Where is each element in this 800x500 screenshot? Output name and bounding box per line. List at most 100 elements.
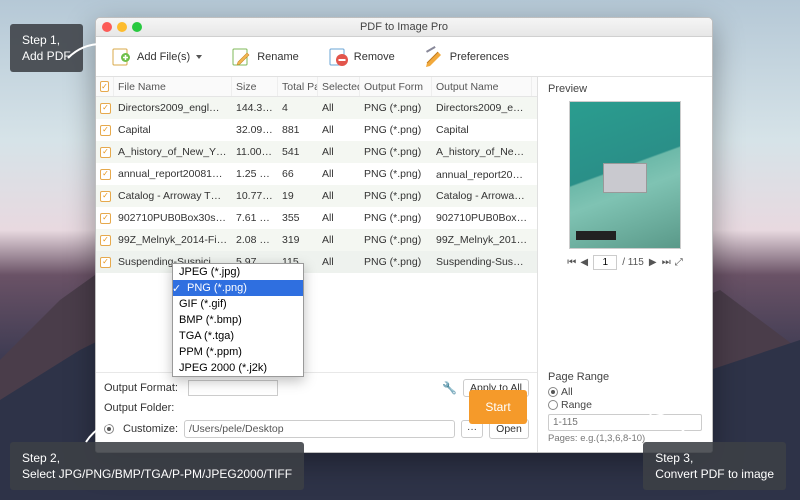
output-format-dropdown[interactable]: JPEG (*.jpg)PNG (*.png)GIF (*.gif)BMP (*… xyxy=(172,263,304,377)
cell-total: 881 xyxy=(278,124,318,136)
close-icon[interactable] xyxy=(102,22,112,32)
table-row[interactable]: 902710PUB0Box30s…7.61 …355AllPNG (*.png)… xyxy=(96,207,537,229)
col-output[interactable]: Output Name xyxy=(432,77,532,96)
col-filename[interactable]: File Name xyxy=(114,77,232,96)
start-button[interactable]: Start xyxy=(469,390,527,424)
cell-format: PNG (*.png) xyxy=(360,190,432,202)
fit-button[interactable]: ⤢ xyxy=(675,257,683,268)
preferences-button[interactable]: Preferences xyxy=(423,46,509,68)
cell-selected: All xyxy=(318,256,360,268)
output-format-select[interactable] xyxy=(188,380,278,396)
next-page-button[interactable]: ▶ xyxy=(649,257,657,268)
cell-format: PNG (*.png) xyxy=(360,124,432,136)
col-total[interactable]: Total Pa xyxy=(278,77,318,96)
cell-format: PNG (*.png) xyxy=(360,256,432,268)
callout-step-3: Step 3,Convert PDF to image xyxy=(643,442,786,490)
cell-format: PNG (*.png) xyxy=(360,102,432,114)
format-option[interactable]: TGA (*.tga) xyxy=(173,328,303,344)
right-pane: Preview ⏮ ◀ / 115 ▶ ⏭ ⤢ Page Range All R… xyxy=(538,77,712,452)
cell-size: 2.08 … xyxy=(232,234,278,246)
prev-page-button[interactable]: ◀ xyxy=(580,257,588,268)
row-checkbox[interactable] xyxy=(100,103,111,114)
settings-icon[interactable]: 🔧 xyxy=(442,381,457,395)
cell-selected: All xyxy=(318,168,360,180)
preview-thumbnail xyxy=(569,101,681,249)
cell-selected: All xyxy=(318,212,360,224)
minimize-icon[interactable] xyxy=(117,22,127,32)
table-header: File Name Size Total Pa Selected Output … xyxy=(96,77,537,97)
toolbar: Add File(s) Rename Remove Preferences xyxy=(96,37,712,77)
arrow-icon xyxy=(66,36,126,66)
last-page-button[interactable]: ⏭ xyxy=(662,257,670,268)
left-pane: File Name Size Total Pa Selected Output … xyxy=(96,77,538,452)
col-selected[interactable]: Selected xyxy=(318,77,360,96)
preferences-icon xyxy=(423,46,445,68)
range-all-radio[interactable] xyxy=(548,387,558,397)
format-option[interactable]: JPEG (*.jpg) xyxy=(173,264,303,280)
row-checkbox[interactable] xyxy=(100,235,111,246)
cell-output: Catalog - Arroway Textur… xyxy=(432,190,532,202)
app-window: PDF to Image Pro Add File(s) Rename Remo… xyxy=(95,17,713,453)
output-path-field[interactable]: /Users/pele/Desktop xyxy=(184,420,455,438)
remove-button[interactable]: Remove xyxy=(327,46,395,68)
table-row[interactable]: Capital32.09…881AllPNG (*.png)Capital xyxy=(96,119,537,141)
table-row[interactable]: Directors2009_engl…144.3…4AllPNG (*.png)… xyxy=(96,97,537,119)
preferences-label: Preferences xyxy=(450,51,509,63)
titlebar[interactable]: PDF to Image Pro xyxy=(96,18,712,37)
rename-icon xyxy=(230,46,252,68)
cell-total: 319 xyxy=(278,234,318,246)
cell-format: PNG (*.png) xyxy=(360,212,432,224)
table-row[interactable]: A_history_of_New_Y…11.00…541AllPNG (*.pn… xyxy=(96,141,537,163)
row-checkbox[interactable] xyxy=(100,213,111,224)
arrow-icon xyxy=(640,406,700,446)
cell-size: 144.3… xyxy=(232,102,278,114)
rename-button[interactable]: Rename xyxy=(230,46,299,68)
col-format[interactable]: Output Form xyxy=(360,77,432,96)
preview-pager: ⏮ ◀ / 115 ▶ ⏭ ⤢ xyxy=(548,255,702,270)
cell-selected: All xyxy=(318,234,360,246)
page-number-input[interactable] xyxy=(593,255,617,270)
callout-step-2: Step 2,Select JPG/PNG/BMP/TGA/P-PM/JPEG2… xyxy=(10,442,304,490)
format-option[interactable]: PNG (*.png) xyxy=(173,280,303,296)
select-all-checkbox[interactable] xyxy=(100,81,109,92)
window-title: PDF to Image Pro xyxy=(96,21,712,33)
cell-filename: 99Z_Melnyk_2014-Fi… xyxy=(114,234,232,246)
cell-size: 32.09… xyxy=(232,124,278,136)
output-format-label: Output Format: xyxy=(104,382,182,394)
cell-selected: All xyxy=(318,124,360,136)
row-checkbox[interactable] xyxy=(100,191,111,202)
table-row[interactable]: 99Z_Melnyk_2014-Fi…2.08 …319AllPNG (*.pn… xyxy=(96,229,537,251)
row-checkbox[interactable] xyxy=(100,147,111,158)
range-custom-radio[interactable] xyxy=(548,400,558,410)
cell-filename: 902710PUB0Box30s… xyxy=(114,212,232,224)
row-checkbox[interactable] xyxy=(100,169,111,180)
format-option[interactable]: PPM (*.ppm) xyxy=(173,344,303,360)
range-custom-label: Range xyxy=(561,399,592,411)
col-size[interactable]: Size xyxy=(232,77,278,96)
table-row[interactable]: Suspending-Suspici…5.97 …115AllPNG (*.pn… xyxy=(96,251,537,273)
cell-size: 1.25 … xyxy=(232,168,278,180)
cell-size: 7.61 … xyxy=(232,212,278,224)
cell-filename: Catalog - Arroway T… xyxy=(114,190,232,202)
format-option[interactable]: GIF (*.gif) xyxy=(173,296,303,312)
format-option[interactable]: JPEG 2000 (*.j2k) xyxy=(173,360,303,376)
table-row[interactable]: Catalog - Arroway T…10.77…19AllPNG (*.pn… xyxy=(96,185,537,207)
cell-total: 4 xyxy=(278,102,318,114)
preview-label: Preview xyxy=(548,83,702,95)
remove-label: Remove xyxy=(354,51,395,63)
first-page-button[interactable]: ⏮ xyxy=(567,257,575,268)
add-files-label: Add File(s) xyxy=(137,51,190,63)
cell-selected: All xyxy=(318,190,360,202)
row-checkbox[interactable] xyxy=(100,257,111,268)
cell-total: 19 xyxy=(278,190,318,202)
cell-filename: A_history_of_New_Y… xyxy=(114,146,232,158)
chevron-down-icon xyxy=(196,55,202,59)
cell-filename: Capital xyxy=(114,124,232,136)
cell-size: 11.00… xyxy=(232,146,278,158)
format-option[interactable]: BMP (*.bmp) xyxy=(173,312,303,328)
remove-icon xyxy=(327,46,349,68)
cell-output: 99Z_Melnyk_2014-Film_a… xyxy=(432,234,532,246)
row-checkbox[interactable] xyxy=(100,125,111,136)
table-row[interactable]: annual_report20081…1.25 …66AllPNG (*.png… xyxy=(96,163,537,185)
zoom-icon[interactable] xyxy=(132,22,142,32)
